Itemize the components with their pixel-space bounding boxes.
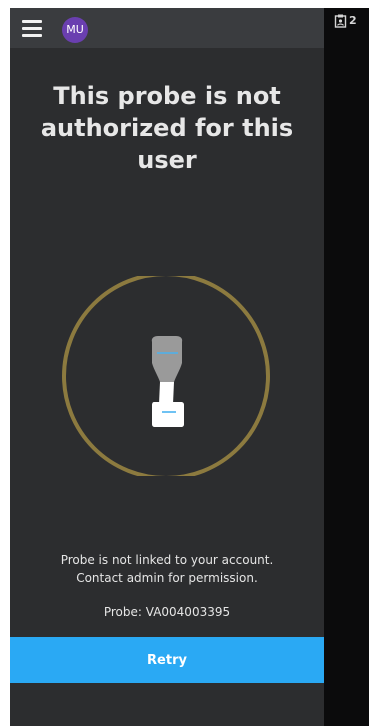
app-bar: MU — [10, 8, 324, 48]
hamburger-menu-icon[interactable] — [22, 19, 42, 37]
probe-icon — [151, 336, 184, 427]
menu-line — [22, 20, 42, 23]
message-line-1: Probe is not linked to your account. — [60, 553, 274, 567]
menu-line — [22, 27, 42, 30]
page-title: This probe is not authorized for this us… — [40, 82, 294, 174]
probe-illustration — [62, 276, 270, 476]
status-count: 2 — [349, 14, 357, 27]
probe-message: Probe is not linked to your account. Con… — [10, 551, 324, 587]
menu-line — [22, 34, 42, 37]
retry-button[interactable]: Retry — [10, 637, 324, 683]
message-line-2: Contact admin for permission. — [76, 571, 258, 585]
right-pane — [324, 8, 369, 726]
avatar[interactable]: MU — [62, 17, 88, 43]
probe-id: Probe: VA004003395 — [103, 605, 231, 619]
clipboard-user-icon — [334, 14, 347, 28]
app-frame: MU 2 This probe is not authorized for th… — [0, 0, 369, 726]
